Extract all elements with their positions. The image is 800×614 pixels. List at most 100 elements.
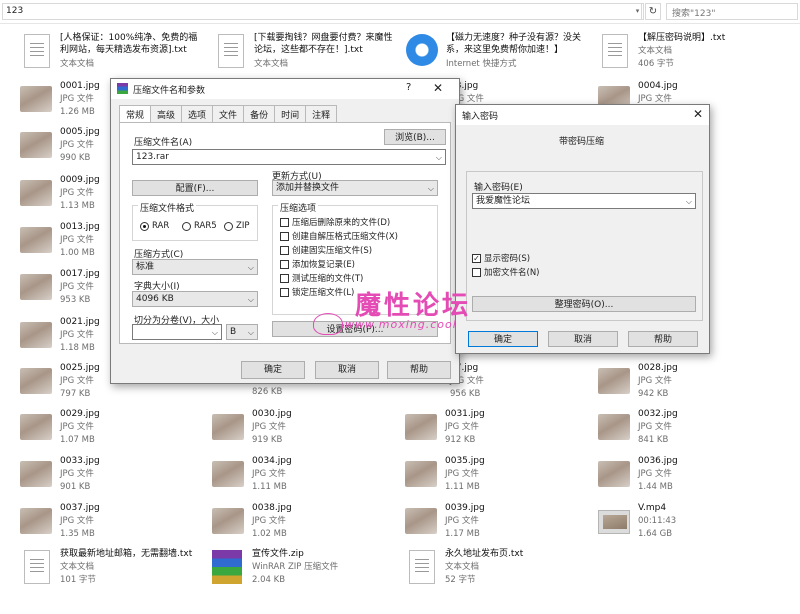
- search-input[interactable]: 搜索"123": [666, 3, 798, 20]
- watermark-url: www.moxing.cool: [345, 318, 457, 331]
- file-item[interactable]: 0017.jpg JPG 文件 953 KB: [20, 268, 120, 312]
- format-rar-radio[interactable]: RAR: [140, 221, 169, 231]
- checkbox-box: [280, 217, 289, 227]
- file-item[interactable]: 0039.jpg JPG 文件 1.17 MB: [405, 502, 505, 546]
- file-item[interactable]: 0037.jpg JPG 文件 1.35 MB: [20, 502, 120, 546]
- file-item[interactable]: 【磁力无速度？种子没有源？没关系，来这里免费帮你加速！】 Internet 快捷…: [406, 32, 586, 76]
- dict-size-select[interactable]: 4096 KB ⌵: [132, 291, 258, 307]
- file-item[interactable]: 获取最新地址邮箱，无需翻墙.txt 文本文档 101 字节: [20, 548, 210, 592]
- file-item[interactable]: 0029.jpg JPG 文件 1.07 MB: [20, 408, 120, 452]
- split-size-input[interactable]: ⌵: [132, 324, 222, 340]
- text-file-icon: [218, 34, 244, 68]
- file-type: JPG 文件: [60, 469, 94, 479]
- password-input[interactable]: 我爱魔性论坛 ⌵: [472, 193, 696, 209]
- cancel-button[interactable]: 取消: [548, 331, 618, 347]
- file-item[interactable]: 0031.jpg JPG 文件 912 KB: [405, 408, 505, 452]
- file-size: 1.26 MB: [60, 107, 95, 117]
- help-button[interactable]: 帮助: [387, 361, 451, 379]
- file-type: JPG 文件: [60, 188, 94, 198]
- ok-button[interactable]: 确定: [241, 361, 305, 379]
- help-button[interactable]: 帮助: [628, 331, 698, 347]
- file-item[interactable]: 【解压密码说明】.txt 文本文档 406 字节: [598, 32, 778, 76]
- solid-archive-checkbox[interactable]: 创建固实压缩文件(S): [280, 244, 372, 256]
- method-select[interactable]: 标准 ⌵: [132, 259, 258, 275]
- recovery-record-checkbox[interactable]: 添加恢复记录(E): [280, 258, 355, 270]
- image-thumbnail: [20, 86, 52, 112]
- image-thumbnail: [212, 461, 244, 487]
- profiles-button[interactable]: 配置(F)...: [132, 180, 258, 196]
- path-field[interactable]: 123: [2, 3, 642, 20]
- file-item[interactable]: 0038.jpg JPG 文件 1.02 MB: [212, 502, 312, 546]
- file-name: 0032.jpg: [638, 409, 678, 419]
- file-item[interactable]: 826 KB: [212, 384, 312, 400]
- checkbox-box: [280, 245, 289, 255]
- file-item[interactable]: 0036.jpg JPG 文件 1.44 MB: [598, 455, 698, 499]
- encrypt-names-checkbox[interactable]: 加密文件名(N): [472, 266, 540, 278]
- checkbox-label: 加密文件名(N): [484, 268, 540, 278]
- split-unit-select[interactable]: B ⌵: [226, 324, 258, 340]
- tab-backup[interactable]: 备份: [243, 105, 276, 122]
- tab-files[interactable]: 文件: [212, 105, 245, 122]
- file-size: 406 字节: [638, 59, 674, 69]
- file-name: 获取最新地址邮箱，无需翻墙.txt: [60, 549, 193, 559]
- file-item[interactable]: 0013.jpg JPG 文件 1.00 MB: [20, 221, 120, 265]
- tab-time[interactable]: 时间: [274, 105, 307, 122]
- file-item[interactable]: [下载要掏钱？网盘要付费？来魔性论坛，这些都不存在！].txt 文本文档: [214, 32, 394, 76]
- image-thumbnail: [598, 368, 630, 394]
- close-icon[interactable]: ✕: [433, 81, 443, 95]
- checkbox-box: [280, 259, 289, 269]
- format-zip-radio[interactable]: ZIP: [224, 221, 249, 231]
- refresh-icon[interactable]: ↻: [645, 3, 661, 20]
- tab-comment[interactable]: 注释: [305, 105, 338, 122]
- browse-button[interactable]: 浏览(B)...: [384, 129, 446, 145]
- dialog-titlebar: 压缩文件名和参数 ? ✕: [111, 79, 459, 99]
- file-type: 文本文档: [445, 562, 480, 572]
- help-icon[interactable]: ?: [406, 82, 411, 93]
- tab-general[interactable]: 常规: [119, 105, 152, 123]
- image-thumbnail: [20, 180, 52, 206]
- file-name: 0028.jpg: [638, 363, 678, 373]
- archive-name-input[interactable]: 123.rar ⌵: [132, 149, 446, 165]
- file-name: 0031.jpg: [445, 409, 485, 419]
- tab-options[interactable]: 选项: [181, 105, 214, 122]
- file-item[interactable]: 宣传文件.zip WinRAR ZIP 压缩文件 2.04 KB: [212, 548, 402, 592]
- radio-label: ZIP: [236, 221, 250, 231]
- file-size: 942 KB: [638, 389, 669, 399]
- file-item[interactable]: [人格保证：100%纯净、免费的福利网站，每天精选发布资源].txt 文本文档: [20, 32, 200, 76]
- chevron-down-icon: ⌵: [247, 328, 254, 337]
- radio-dot: [224, 221, 233, 231]
- file-item[interactable]: 0030.jpg JPG 文件 919 KB: [212, 408, 312, 452]
- file-item[interactable]: 0028.jpg JPG 文件 942 KB: [598, 362, 698, 406]
- file-size: 1.44 MB: [638, 482, 673, 492]
- checkbox-box: [280, 273, 289, 283]
- cancel-button[interactable]: 取消: [315, 361, 379, 379]
- file-size: 990 KB: [60, 153, 91, 163]
- file-item[interactable]: 永久地址发布页.txt 文本文档 52 字节: [405, 548, 595, 592]
- file-item[interactable]: V.mp4 00:11:43 1.64 GB: [598, 502, 698, 546]
- close-icon[interactable]: ✕: [693, 107, 703, 121]
- update-mode-select[interactable]: 添加并替换文件 ⌵: [272, 180, 438, 196]
- file-item[interactable]: 0025.jpg JPG 文件 797 KB: [20, 362, 120, 406]
- delete-after-checkbox[interactable]: 压缩后删除原来的文件(D): [280, 216, 390, 228]
- file-type: JPG 文件: [445, 422, 479, 432]
- file-item[interactable]: 0001.jpg JPG 文件 1.26 MB: [20, 80, 120, 124]
- file-name: 0017.jpg: [60, 269, 100, 279]
- file-item[interactable]: 0009.jpg JPG 文件 1.13 MB: [20, 174, 120, 218]
- file-item[interactable]: 0032.jpg JPG 文件 841 KB: [598, 408, 698, 452]
- file-item[interactable]: 0021.jpg JPG 文件 1.18 MB: [20, 316, 120, 360]
- file-size: 101 字节: [60, 575, 96, 585]
- file-item[interactable]: 0033.jpg JPG 文件 901 KB: [20, 455, 120, 499]
- file-size: 912 KB: [445, 435, 476, 445]
- format-rar5-radio[interactable]: RAR5: [182, 221, 217, 231]
- sfx-checkbox[interactable]: 创建自解压格式压缩文件(X): [280, 230, 398, 242]
- chevron-down-icon: ⌵: [247, 263, 254, 272]
- file-item[interactable]: 0035.jpg JPG 文件 1.11 MB: [405, 455, 505, 499]
- lock-archive-checkbox[interactable]: 锁定压缩文件(L): [280, 286, 354, 298]
- video-thumbnail: [598, 510, 630, 534]
- password-value: 我爱魔性论坛: [476, 196, 531, 206]
- file-item[interactable]: 0005.jpg JPG 文件 990 KB: [20, 126, 120, 170]
- path-dropdown-icon[interactable]: ▾: [632, 3, 644, 20]
- tab-advanced[interactable]: 高级: [150, 105, 183, 122]
- show-password-checkbox[interactable]: ✓ 显示密码(S): [472, 252, 530, 264]
- file-item[interactable]: 0034.jpg JPG 文件 1.11 MB: [212, 455, 312, 499]
